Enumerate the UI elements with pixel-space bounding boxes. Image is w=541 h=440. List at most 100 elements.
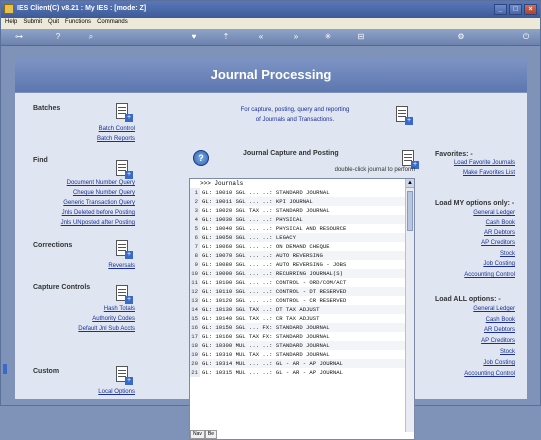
- menu-functions[interactable]: Functions: [65, 19, 91, 28]
- settings-icon[interactable]: ⚙: [456, 32, 466, 42]
- journal-list-tabs: Nav Be: [190, 430, 218, 439]
- save-icon[interactable]: ⊟: [356, 32, 366, 42]
- info-doc-icon[interactable]: +: [393, 105, 413, 125]
- capture-title: Journal Capture and Posting: [243, 150, 339, 157]
- capture-info-icon[interactable]: ?: [193, 150, 209, 166]
- corrections-icon[interactable]: +: [113, 239, 133, 259]
- all-options-title: Load ALL options: -: [435, 296, 501, 303]
- journal-row-number: 6: [190, 233, 200, 242]
- journal-row[interactable]: 21 GL: 10315 MUL ... ..: GL - AR - AP JOU…: [190, 368, 414, 377]
- journal-row[interactable]: 5 GL: 10040 SGL ... ..: PHYSICAL AND RESO…: [190, 224, 414, 233]
- up-icon[interactable]: ⇡: [221, 32, 231, 42]
- journal-row[interactable]: 20 GL: 10314 MUL ... ..: GL - AR - AP JOU…: [190, 359, 414, 368]
- my-general-ledger-link[interactable]: General Ledger: [473, 210, 515, 216]
- my-options-title: Load MY options only: -: [435, 200, 515, 207]
- journal-row[interactable]: 3 GL: 10020 SGL TAX ..: STANDARD JOURNAL: [190, 206, 414, 215]
- menu-quit[interactable]: Quit: [48, 19, 59, 28]
- my-ap-creditors-link[interactable]: AP Creditors: [481, 240, 515, 246]
- search-icon[interactable]: ⌕: [86, 32, 96, 42]
- all-ap-creditors-link[interactable]: AP Creditors: [481, 338, 515, 344]
- journal-row[interactable]: 8 GL: 10070 SGL ... ..: AUTO REVERSING: [190, 251, 414, 260]
- journal-row-number: 20: [190, 359, 200, 368]
- first-icon[interactable]: «: [256, 32, 266, 42]
- all-ar-debtors-link[interactable]: AR Debtors: [484, 327, 515, 333]
- next-icon[interactable]: »: [291, 32, 301, 42]
- journal-row-number: 10: [190, 269, 200, 278]
- my-ar-debtors-link[interactable]: AR Debtors: [484, 230, 515, 236]
- journal-row-text: GL: 10314 MUL ... ..: GL - AR - AP JOURN…: [200, 359, 414, 368]
- menu-submit[interactable]: Submit: [23, 19, 42, 28]
- jnls-deleted-before-posting-link[interactable]: Jnls Deleted before Posting: [62, 210, 135, 216]
- new-icon[interactable]: ✳: [323, 32, 333, 42]
- journal-row-text: GL: 10310 MUL TAX ..: STANDARD JOURNAL: [202, 351, 330, 358]
- my-job-costing-link[interactable]: Job Costing: [483, 261, 515, 267]
- maximize-button[interactable]: □: [509, 4, 522, 15]
- journal-row[interactable]: 12 GL: 10110 SGL ... ..: CONTROL - DT RES…: [190, 287, 414, 296]
- journal-row[interactable]: 17 GL: 10160 SGL TAX FX: STANDARD JOURNAL: [190, 332, 414, 341]
- journal-list[interactable]: >>> Journals 1 GL: 10010 SGL ... ..: STAN…: [189, 178, 415, 440]
- heart-icon[interactable]: ♥: [189, 32, 199, 42]
- journal-row[interactable]: 14 GL: 10130 SGL TAX ..: DT TAX ADJUST: [190, 305, 414, 314]
- batch-reports-link[interactable]: Batch Reports: [97, 136, 135, 142]
- help-icon[interactable]: ?: [53, 32, 63, 42]
- journal-row[interactable]: 10 GL: 10090 SGL ... ..: RECURRING JOURNA…: [190, 269, 414, 278]
- authority-codes-link[interactable]: Authority Codes: [92, 316, 135, 322]
- find-icon[interactable]: +: [113, 159, 133, 179]
- my-accounting-control-link[interactable]: Accounting Control: [464, 272, 515, 278]
- hash-totals-link[interactable]: Hash Totals: [104, 306, 135, 312]
- all-accounting-control-link[interactable]: Accounting Control: [464, 371, 515, 377]
- document-number-query-link[interactable]: Document Number Query: [67, 180, 135, 186]
- jnls-unposted-after-posting-link[interactable]: Jnls UNposted after Posting: [61, 220, 135, 226]
- journal-row-number: 9: [190, 260, 200, 269]
- scroll-thumb[interactable]: [407, 191, 413, 231]
- journal-row-text: GL: 10050 SGL ... ..: LEGACY: [200, 233, 414, 242]
- default-jnl-sub-accts-link[interactable]: Default Jnl Sub Accts: [78, 326, 135, 332]
- local-options-link[interactable]: Local Options: [98, 389, 135, 395]
- all-general-ledger-link[interactable]: General Ledger: [473, 306, 515, 312]
- journal-row[interactable]: 16 GL: 10150 SGL ... FX: STANDARD JOURNAL: [190, 323, 414, 332]
- power-icon[interactable]: ⏻: [521, 32, 531, 42]
- window-title: IES Client(C) v8.21 : My IES : [mode: Z]: [17, 5, 147, 12]
- load-favorite-journals-link[interactable]: Load Favorite Journals: [454, 160, 515, 166]
- journal-row[interactable]: 1 GL: 10010 SGL ... ..: STANDARD JOURNAL: [190, 188, 414, 197]
- corrections-title: Corrections: [33, 242, 73, 249]
- my-cash-book-link[interactable]: Cash Book: [486, 220, 515, 226]
- generic-transaction-query-link[interactable]: Generic Transaction Query: [63, 200, 135, 206]
- cheque-number-query-link[interactable]: Cheque Number Query: [73, 190, 135, 196]
- minimize-button[interactable]: _: [494, 4, 507, 15]
- batches-icon[interactable]: +: [113, 102, 133, 122]
- menu-help[interactable]: Help: [5, 19, 17, 28]
- tab-be[interactable]: Be: [204, 430, 218, 439]
- journal-row[interactable]: 15 GL: 10140 SGL TAX ..: CR TAX ADJUST: [190, 314, 414, 323]
- custom-icon[interactable]: +: [113, 365, 133, 385]
- journal-row[interactable]: 18 GL: 10300 MUL ... ..: STANDARD JOURNAL: [190, 341, 414, 350]
- journal-row[interactable]: 19 GL: 10310 MUL TAX ..: STANDARD JOURNAL: [190, 350, 414, 359]
- tab-nav[interactable]: Nav: [190, 430, 205, 439]
- my-stock-link[interactable]: Stock: [500, 251, 515, 257]
- capture-doc-icon[interactable]: +: [399, 149, 419, 169]
- journal-row[interactable]: 9 GL: 10080 SGL ... ..: AUTO REVERSING - …: [190, 260, 414, 269]
- journal-row[interactable]: 7 GL: 10060 SGL ... ..: ON DEMAND CHEQUE: [190, 242, 414, 251]
- journal-row-number: 7: [190, 242, 200, 251]
- journal-row[interactable]: 4 GL: 10030 SGL ... ..: PHYSICAL: [190, 215, 414, 224]
- key-icon[interactable]: ⊶: [9, 32, 29, 42]
- batch-control-link[interactable]: Batch Control: [99, 126, 135, 132]
- journal-row[interactable]: 2 GL: 10011 SGL ... ..: KPI JOURNAL: [190, 197, 414, 206]
- journal-row[interactable]: 13 GL: 10120 SGL ... ..: CONTROL - CR RES…: [190, 296, 414, 305]
- scroll-up-icon[interactable]: ▲: [406, 179, 414, 188]
- all-stock-link[interactable]: Stock: [500, 349, 515, 355]
- journal-row-text: GL: 10080 SGL ... ..: AUTO REVERSING - J…: [202, 261, 347, 268]
- journal-row[interactable]: 6 GL: 10050 SGL ... ..: LEGACY: [190, 233, 414, 242]
- menu-commands[interactable]: Commands: [97, 19, 128, 28]
- make-favorites-list-link[interactable]: Make Favorites List: [463, 170, 515, 176]
- reversals-link[interactable]: Reversals: [108, 263, 135, 269]
- close-button[interactable]: ×: [524, 4, 537, 15]
- journal-row-text: GL: 10315 MUL ... ..: GL - AR - AP JOURN…: [202, 369, 343, 376]
- journal-row-text: GL: 10100 SGL ... ..: CONTROL - ORD/COM/…: [202, 279, 347, 286]
- all-cash-book-link[interactable]: Cash Book: [486, 317, 515, 323]
- journal-row[interactable]: 11 GL: 10100 SGL ... ..: CONTROL - ORD/CO…: [190, 278, 414, 287]
- journal-list-scrollbar[interactable]: ▲: [405, 179, 414, 432]
- all-job-costing-link[interactable]: Job Costing: [483, 360, 515, 366]
- capture-controls-icon[interactable]: +: [113, 284, 133, 304]
- journal-row-number: 11: [190, 278, 200, 287]
